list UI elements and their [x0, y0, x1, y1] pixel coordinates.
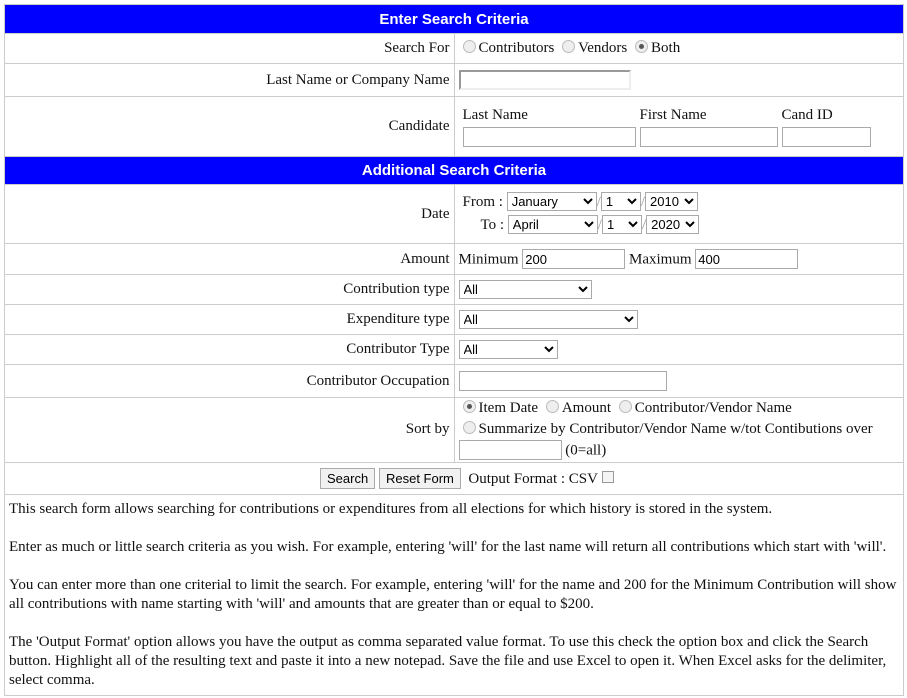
radio-label: Item Date	[478, 400, 539, 416]
radio-contributor-vendor-name[interactable]	[618, 400, 632, 413]
header-additional-search-criteria: Additional Search Criteria	[4, 156, 904, 185]
summarize-hint: (0=all)	[565, 442, 607, 459]
expenditure-type-select[interactable]: All	[458, 310, 638, 329]
csv-checkbox[interactable]	[601, 470, 614, 483]
radio-both[interactable]	[635, 40, 649, 53]
date-label: Date	[4, 184, 455, 244]
radio-item-date[interactable]	[462, 400, 476, 413]
help-paragraph: Enter as much or little search criteria …	[9, 538, 887, 555]
minimum-label: Minimum	[458, 251, 519, 268]
radio-amount[interactable]	[545, 400, 559, 413]
occupation-input[interactable]	[458, 371, 667, 391]
header-enter-search-criteria: Enter Search Criteria	[4, 4, 904, 34]
to-label: To :	[480, 217, 505, 233]
cand-first-name-input[interactable]	[639, 126, 778, 147]
from-month-select[interactable]: January	[506, 192, 597, 211]
cand-id-label: Cand ID	[781, 106, 833, 123]
cand-last-name-label: Last Name	[462, 106, 528, 123]
radio-summarize[interactable]	[462, 421, 476, 434]
contributor-type-select[interactable]: All	[458, 340, 558, 359]
radio-label: Vendors	[578, 40, 628, 56]
help-paragraph: The 'Output Format' option allows you ha…	[9, 633, 887, 688]
search-form: Enter Search Criteria Search For Contrib…	[4, 4, 904, 696]
from-year-select[interactable]: 2010	[645, 192, 699, 211]
reset-form-button[interactable]: Reset Form	[378, 467, 461, 489]
sort-by-label: Sort by	[4, 397, 455, 463]
maximum-label: Maximum	[629, 251, 692, 268]
to-year-select[interactable]: 2020	[646, 215, 700, 234]
contribution-type-label: Contribution type	[4, 274, 455, 305]
cand-first-name-label: First Name	[639, 106, 707, 123]
search-for-options: Contributors Vendors Both	[453, 33, 904, 64]
expenditure-type-label: Expenditure type	[4, 304, 455, 335]
cand-last-name-input[interactable]	[462, 126, 636, 147]
contributor-type-label: Contributor Type	[4, 334, 455, 365]
help-text: This search form allows searching for co…	[4, 494, 904, 696]
summarize-label: Summarize by Contributor/Vendor Name w/t…	[478, 421, 873, 437]
cand-id-input[interactable]	[781, 126, 871, 147]
maximum-input[interactable]	[695, 249, 799, 269]
radio-label: Contributors	[478, 40, 555, 56]
to-day-select[interactable]: 1	[601, 215, 642, 234]
search-for-label: Search For	[4, 33, 455, 64]
summarize-over-input[interactable]	[458, 440, 562, 460]
occupation-label: Contributor Occupation	[4, 364, 455, 398]
search-button[interactable]: Search	[320, 467, 376, 489]
help-paragraph: You can enter more than one criterial to…	[9, 576, 897, 612]
radio-vendors[interactable]	[562, 40, 576, 53]
from-label: From :	[462, 194, 503, 210]
minimum-input[interactable]	[522, 249, 626, 269]
to-month-select[interactable]: April	[507, 215, 598, 234]
radio-label: Both	[651, 40, 681, 56]
last-name-company-label: Last Name or Company Name	[4, 63, 455, 97]
candidate-label: Candidate	[4, 96, 455, 157]
contribution-type-select[interactable]: All	[458, 280, 592, 299]
output-format-label: Output Format : CSV	[468, 470, 598, 487]
help-paragraph: This search form allows searching for co…	[9, 500, 773, 517]
radio-label: Amount	[561, 400, 611, 416]
radio-label: Contributor/Vendor Name	[634, 400, 792, 416]
from-day-select[interactable]: 1	[600, 192, 641, 211]
last-name-company-input[interactable]	[458, 70, 631, 90]
amount-label: Amount	[4, 243, 455, 275]
radio-contributors[interactable]	[462, 40, 476, 53]
